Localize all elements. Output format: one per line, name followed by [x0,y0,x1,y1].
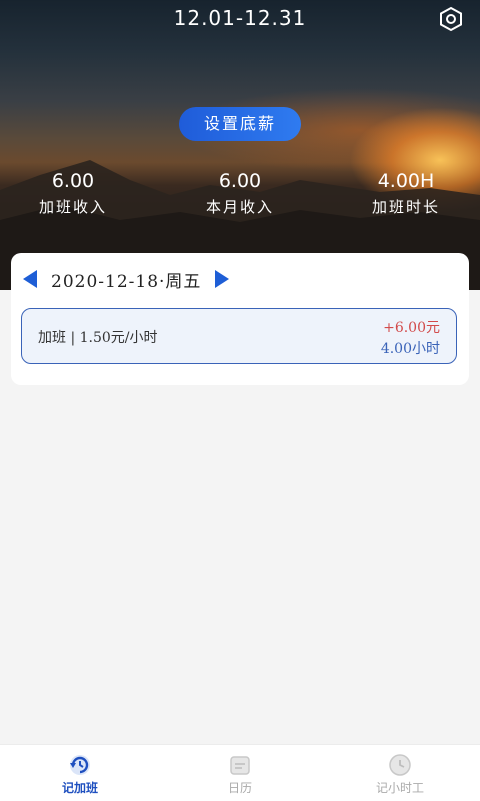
tab-hourly-work[interactable]: 记小时工 [320,745,480,801]
entry-rate: 加班 | 1.50元/小时 [38,330,158,346]
set-base-salary-button[interactable]: 设置底薪 [179,107,301,141]
tab-overtime[interactable]: 记加班 [0,745,160,801]
clock-icon [389,754,411,776]
date-navigator: 2020-12-18·周五 [23,267,230,292]
calendar-icon [230,756,250,775]
day-card: 2020-12-18·周五 加班 | 1.50元/小时 +6.00元 4.00小… [11,253,469,385]
stat-month-income: 6.00 本月收入 [160,170,320,217]
selected-date: 2020-12-18·周五 [51,271,202,292]
stat-label: 加班收入 [38,198,107,216]
header-background [0,0,480,290]
bottom-tab-bar: 记加班 日历 记小时工 [0,744,480,801]
date-range: 12.01-12.31 [173,6,307,30]
settings-gear-icon[interactable] [438,6,464,32]
tab-label: 日历 [227,781,252,795]
next-day-arrow-icon[interactable] [215,270,230,288]
tab-label: 记小时工 [375,781,424,795]
entry-amount: +6.00元 [383,320,440,336]
stat-overtime-hours: 4.00H 加班时长 [326,170,480,217]
entry-hours: 4.00小时 [380,341,440,357]
stat-label: 加班时长 [371,198,440,216]
refresh-icon [70,755,90,775]
stat-value: 6.00 [51,170,95,192]
stat-label: 本月收入 [205,198,274,216]
stat-value: 4.00H [377,170,435,192]
prev-day-arrow-icon[interactable] [23,270,37,288]
stat-value: 6.00 [218,170,262,192]
tab-calendar[interactable]: 日历 [160,745,320,801]
overtime-entry[interactable]: 加班 | 1.50元/小时 +6.00元 4.00小时 [21,308,457,364]
tab-label: 记加班 [61,781,98,795]
stat-overtime-income: 6.00 加班收入 [0,170,153,217]
